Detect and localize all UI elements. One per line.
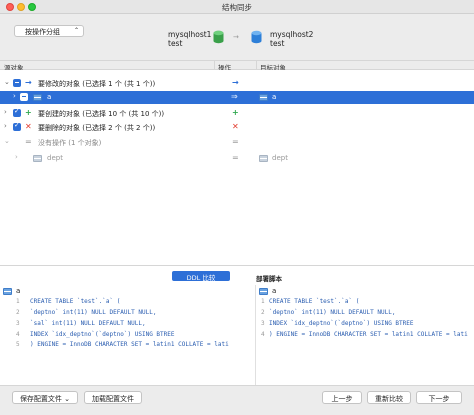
group-row-no-action[interactable]: ⌄ = 没有操作 (1 个对象) = (0, 136, 474, 148)
op-none-icon: = (232, 153, 239, 162)
column-divider (214, 60, 215, 70)
line-number: 1 (261, 298, 265, 305)
source-connection: mysqlhost1 test (168, 30, 211, 48)
line-number: 4 (16, 331, 20, 338)
line-number: 3 (16, 320, 20, 327)
code-line: INDEX `idx_deptno`(`deptno`) USING BTREE (269, 320, 414, 327)
source-object-name: a (47, 93, 52, 101)
op-delete-icon: ✕ (232, 122, 239, 131)
prev-step-button[interactable]: 上一步 (322, 391, 362, 404)
chevron-right-icon[interactable]: › (15, 153, 18, 161)
op-modify-icon: → (232, 78, 239, 87)
delete-icon: ✕ (25, 122, 32, 131)
source-object-name: dept (47, 154, 63, 162)
target-object-name: a (272, 93, 277, 101)
code-line: `sal` int(11) NULL DEFAULT NULL, (30, 320, 146, 327)
target-object-name: dept (272, 154, 288, 162)
source-host: mysqlhost1 (168, 30, 212, 39)
line-number: 4 (261, 331, 265, 338)
group-label: 要创建的对象 (已选择 10 个 (共 10 个)) (38, 110, 165, 118)
line-number: 1 (16, 298, 20, 305)
code-line: `deptno` int(11) NULL DEFAULT NULL, (269, 309, 396, 316)
chevron-updown-icon: ⌃ (73, 27, 79, 34)
group-by-select[interactable]: 按操作分组 ⌃ (14, 25, 84, 37)
sync-direction-arrow-icon: → (233, 33, 239, 41)
equal-icon: = (25, 137, 32, 146)
line-number: 2 (261, 309, 265, 316)
ddl-compare-tab[interactable]: DDL 比较 (172, 271, 230, 282)
chevron-down-icon[interactable]: ⌄ (4, 78, 10, 86)
load-config-button[interactable]: 加载配置文件 (84, 391, 142, 404)
code-line: ) ENGINE = InnoDB CHARACTER SET = latin1… (30, 341, 229, 348)
save-config-label: 保存配置文件 (19, 395, 62, 403)
object-checkbox-a[interactable] (20, 93, 28, 101)
left-table-name: a (16, 287, 21, 295)
table-icon (259, 288, 268, 295)
code-line: INDEX `idx_deptno`(`deptno`) USING BTREE (30, 331, 175, 338)
group-row-modify[interactable]: ⌄ → 要修改的对象 (已选择 1 个 (共 1 个)) → (0, 77, 474, 89)
table-icon (259, 94, 268, 101)
column-divider (256, 60, 257, 70)
group-label: 没有操作 (1 个对象) (38, 139, 102, 147)
target-host: mysqlhost2 (270, 30, 314, 39)
title-bar: 结构同步 (0, 0, 474, 14)
objects-table: ⌄ → 要修改的对象 (已选择 1 个 (共 1 个)) → › a ⇒ a ›… (0, 70, 474, 265)
target-database-icon (251, 30, 262, 44)
op-modify-icon: ⇒ (231, 92, 238, 101)
source-database-icon (213, 30, 224, 44)
line-number: 5 (16, 341, 20, 348)
code-line: CREATE TABLE `test`.`a` ( (269, 298, 360, 305)
window-title: 结构同步 (222, 3, 252, 12)
group-row-create[interactable]: › + 要创建的对象 (已选择 10 个 (共 10 个)) + (0, 107, 474, 119)
next-step-button[interactable]: 下一步 (416, 391, 462, 404)
source-db: test (168, 39, 183, 48)
group-checkbox-modify[interactable] (13, 79, 21, 87)
group-checkbox-create[interactable] (13, 107, 21, 117)
group-checkbox-delete[interactable] (13, 121, 21, 131)
table-icon (259, 155, 268, 162)
chevron-right-icon[interactable]: › (13, 92, 16, 100)
save-config-button[interactable]: 保存配置文件 ⌄ (12, 391, 78, 404)
objects-table-header: 源对象 操作 目标对象 (0, 60, 474, 72)
group-row-delete[interactable]: › ✕ 要删除的对象 (已选择 2 个 (共 2 个)) ✕ (0, 121, 474, 133)
chevron-right-icon[interactable]: › (4, 122, 7, 130)
code-line: ) ENGINE = InnoDB CHARACTER SET = latin1… (269, 331, 468, 338)
pane-divider[interactable] (255, 285, 256, 385)
modify-arrow-icon: → (25, 78, 32, 87)
code-line: CREATE TABLE `test`.`a` ( (30, 298, 121, 305)
group-label: 要修改的对象 (已选择 1 个 (共 1 个)) (38, 80, 156, 88)
op-create-icon: + (232, 108, 239, 117)
chevron-right-icon[interactable]: › (4, 108, 7, 116)
add-icon: + (25, 108, 32, 117)
chevron-down-icon[interactable]: ⌄ (4, 137, 10, 145)
recompare-button[interactable]: 重新比较 (367, 391, 411, 404)
line-number: 3 (261, 320, 265, 327)
op-none-icon: = (232, 137, 239, 146)
line-number: 2 (16, 309, 20, 316)
group-label: 要删除的对象 (已选择 2 个 (共 2 个)) (38, 124, 156, 132)
table-icon (33, 155, 42, 162)
deploy-script-tab[interactable]: 部署脚本 (256, 273, 282, 283)
object-row-a[interactable]: › a ⇒ a (0, 91, 474, 104)
group-by-value: 按操作分组 (25, 28, 60, 36)
chevron-down-icon: ⌄ (64, 395, 71, 403)
object-row-dept[interactable]: › dept = dept (0, 152, 474, 164)
target-db: test (270, 39, 285, 48)
code-line: `deptno` int(11) NULL DEFAULT NULL, (30, 309, 157, 316)
target-connection: mysqlhost2 test (270, 30, 313, 48)
table-icon (3, 288, 12, 295)
right-table-name: a (272, 287, 277, 295)
table-icon (33, 94, 42, 101)
